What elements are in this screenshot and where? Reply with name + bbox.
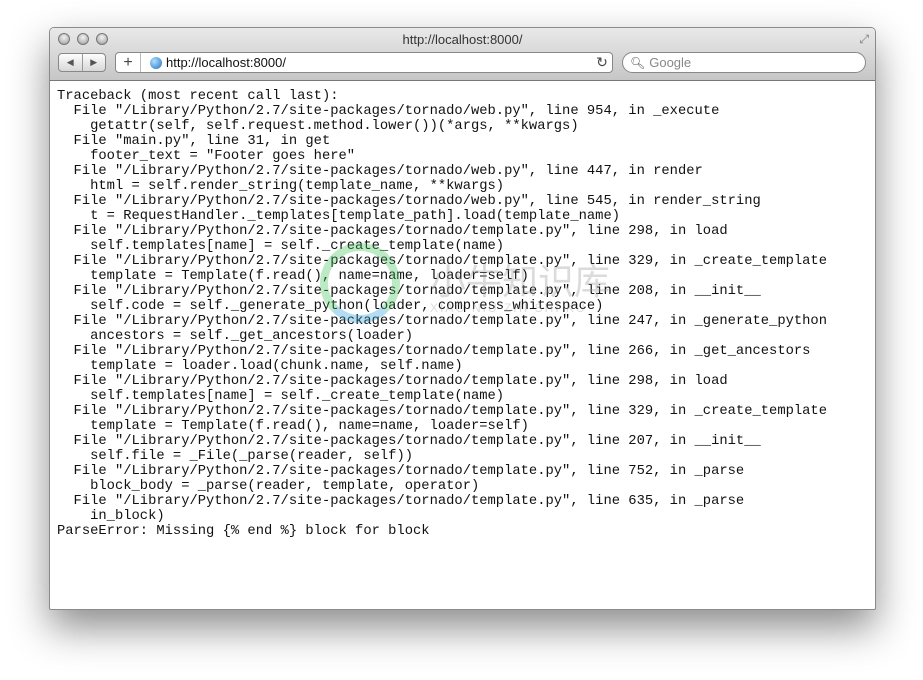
traceback-line: self.templates[name] = self._create_temp…	[57, 239, 505, 254]
traceback-line: ParseError: Missing {% end %} block for …	[57, 524, 430, 539]
traceback-line: in_block)	[57, 509, 165, 524]
search-placeholder[interactable]: Google	[649, 55, 691, 70]
traceback-line: File "/Library/Python/2.7/site-packages/…	[57, 284, 761, 299]
browser-chrome: http://localhost:8000/ ⤢ ◀ ▶ + http://lo…	[50, 28, 875, 81]
traceback-line: File "/Library/Python/2.7/site-packages/…	[57, 374, 728, 389]
search-field[interactable]: 🔍︎ Google	[622, 52, 866, 73]
window-title: http://localhost:8000/	[402, 32, 523, 47]
traceback-line: File "/Library/Python/2.7/site-packages/…	[57, 494, 745, 509]
reload-icon[interactable]: ↻	[592, 54, 612, 71]
traceback-line: File "/Library/Python/2.7/site-packages/…	[57, 464, 745, 479]
browser-window: http://localhost:8000/ ⤢ ◀ ▶ + http://lo…	[49, 27, 876, 610]
address-bar[interactable]: + http://localhost:8000/ ↻	[115, 52, 613, 73]
traceback-line: File "/Library/Python/2.7/site-packages/…	[57, 104, 720, 119]
traceback-line: File "main.py", line 31, in get	[57, 134, 331, 149]
back-forward-buttons: ◀ ▶	[58, 53, 106, 72]
search-icon: 🔍︎	[630, 55, 646, 70]
globe-icon	[150, 56, 162, 69]
traceback-line: template = Template(f.read(), name=name,…	[57, 419, 529, 434]
traceback-line: File "/Library/Python/2.7/site-packages/…	[57, 194, 761, 209]
traceback-line: getattr(self, self.request.method.lower(…	[57, 119, 579, 134]
traceback-line: File "/Library/Python/2.7/site-packages/…	[57, 434, 761, 449]
traceback-line: t = RequestHandler._templates[template_p…	[57, 209, 621, 224]
traceback-line: File "/Library/Python/2.7/site-packages/…	[57, 164, 703, 179]
traceback-line: self.templates[name] = self._create_temp…	[57, 389, 505, 404]
traceback-line: template = loader.load(chunk.name, self.…	[57, 359, 463, 374]
back-arrow-icon[interactable]: ◀	[59, 54, 83, 71]
traceback-line: footer_text = "Footer goes here"	[57, 149, 356, 164]
traceback-line: self.code = self._generate_python(loader…	[57, 299, 604, 314]
traceback-line: template = Template(f.read(), name=name,…	[57, 269, 529, 284]
traceback-line: html = self.render_string(template_name,…	[57, 179, 505, 194]
traceback-line: File "/Library/Python/2.7/site-packages/…	[57, 254, 827, 269]
forward-arrow-icon[interactable]: ▶	[83, 54, 106, 71]
add-bookmark-button[interactable]: +	[116, 53, 141, 72]
traceback-line: Traceback (most recent call last):	[57, 89, 339, 104]
traceback-line: block_body = _parse(reader, template, op…	[57, 479, 480, 494]
traceback-line: ancestors = self._get_ancestors(loader)	[57, 329, 414, 344]
traceback-line: File "/Library/Python/2.7/site-packages/…	[57, 224, 728, 239]
traceback-line: File "/Library/Python/2.7/site-packages/…	[57, 404, 827, 419]
traceback-line: self.file = _File(_parse(reader, self))	[57, 449, 414, 464]
page-content: Traceback (most recent call last): File …	[50, 81, 875, 609]
traceback-line: File "/Library/Python/2.7/site-packages/…	[57, 314, 827, 329]
fullscreen-icon[interactable]: ⤢	[859, 32, 869, 47]
traceback-line: File "/Library/Python/2.7/site-packages/…	[57, 344, 811, 359]
url-input[interactable]: http://localhost:8000/	[166, 55, 592, 70]
